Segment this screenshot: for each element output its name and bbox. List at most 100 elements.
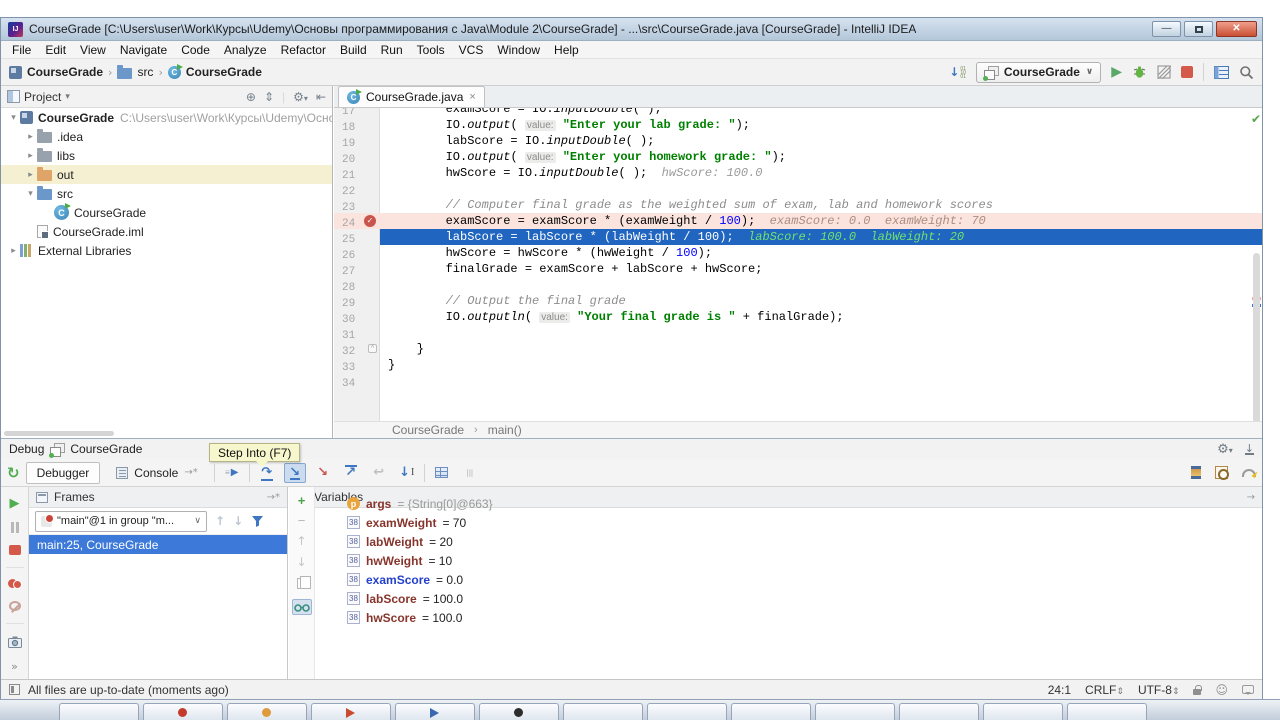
- breadcrumb-method[interactable]: main(): [488, 423, 522, 437]
- tree-toggle-icon[interactable]: ▸: [7, 246, 20, 256]
- structure-grid-icon[interactable]: [1214, 66, 1229, 79]
- tree-row-coursegrade[interactable]: CCourseGrade: [1, 203, 332, 222]
- locate-file-icon[interactable]: ⊕: [246, 90, 256, 104]
- variable-row-hwScore[interactable]: 38hwScore= 100.0: [315, 608, 1262, 627]
- variable-row-hwWeight[interactable]: 38hwWeight= 10: [315, 551, 1262, 570]
- event-log-bubble-icon[interactable]: [1242, 685, 1254, 694]
- drop-frame-icon[interactable]: ↩: [368, 463, 390, 483]
- taskbar-button-3[interactable]: [227, 703, 307, 720]
- variable-row-examScore[interactable]: 38examScore= 0.0: [315, 570, 1262, 589]
- run-to-cursor-icon[interactable]: ↓I: [396, 463, 418, 483]
- taskbar-button-9[interactable]: [731, 703, 811, 720]
- caret-position[interactable]: 24:1: [1048, 683, 1071, 697]
- menu-run[interactable]: Run: [374, 43, 410, 57]
- menu-code[interactable]: Code: [174, 43, 217, 57]
- horizontal-scrollbar[interactable]: [4, 431, 114, 436]
- debug-button[interactable]: [1132, 65, 1147, 80]
- menu-tools[interactable]: Tools: [410, 43, 452, 57]
- variable-row-labScore[interactable]: 38labScore= 100.0: [315, 589, 1262, 608]
- tree-toggle-icon[interactable]: ▸: [24, 132, 37, 142]
- run-configuration-select[interactable]: CourseGrade ∨: [976, 62, 1101, 83]
- settings-gear-icon[interactable]: ⚙▾: [293, 90, 308, 104]
- show-execution-point-icon[interactable]: ≡▶: [221, 463, 243, 483]
- tree-row-libs[interactable]: ▸libs: [1, 146, 332, 165]
- code-line-25[interactable]: 25 labScore = labScore * (labWeight / 10…: [334, 229, 1262, 245]
- tree-toggle-icon[interactable]: ▾: [7, 113, 20, 123]
- threads-view-icon[interactable]: [1191, 466, 1201, 479]
- show-watches-toggle[interactable]: [292, 599, 312, 615]
- taskbar-button-11[interactable]: [899, 703, 979, 720]
- tab-debugger[interactable]: Debugger: [26, 462, 101, 484]
- memory-view-icon[interactable]: [1215, 466, 1228, 479]
- tree-toggle-icon[interactable]: ▸: [24, 151, 37, 161]
- view-breakpoints-icon[interactable]: [8, 579, 22, 589]
- code-line-21[interactable]: 21 hwScore = IO.inputDouble( ); hwScore:…: [334, 165, 1262, 181]
- close-tab-icon[interactable]: ×: [469, 91, 475, 103]
- tree-row-coursegrade[interactable]: ▾CourseGradeC:\Users\user\Work\Курсы\Ude…: [1, 108, 332, 127]
- evaluate-expression-icon[interactable]: [431, 463, 453, 483]
- settings-gear-icon[interactable]: ⚙▾: [1217, 442, 1233, 457]
- inspections-ok-icon[interactable]: ✔: [1251, 112, 1261, 126]
- pin-tab-icon[interactable]: →*: [184, 467, 197, 478]
- code-line-34[interactable]: 34: [334, 373, 1262, 389]
- editor-scrollbar[interactable]: ✔: [1251, 108, 1262, 421]
- search-everywhere-icon[interactable]: [1239, 65, 1254, 80]
- code-line-23[interactable]: 23 // Computer final grade as the weight…: [334, 197, 1262, 213]
- mute-breakpoints-icon[interactable]: [9, 601, 21, 611]
- tree-row-src[interactable]: ▾src: [1, 184, 332, 203]
- toolwindow-toggle-icon[interactable]: [9, 684, 20, 695]
- pin-icon[interactable]: →*: [267, 492, 280, 503]
- code-line-29[interactable]: 29 // Output the final grade: [334, 293, 1262, 309]
- stop-button[interactable]: [1181, 66, 1193, 78]
- variable-row-args[interactable]: pargs= {String[0]@663}: [315, 494, 1262, 513]
- code-line-26[interactable]: 26 hwScore = hwScore * (hwWeight / 100);: [334, 245, 1262, 261]
- step-out-icon[interactable]: ↗: [340, 463, 362, 483]
- filter-frames-icon[interactable]: [251, 515, 264, 528]
- menu-refactor[interactable]: Refactor: [274, 43, 333, 57]
- collapse-all-icon[interactable]: ⇕: [264, 90, 274, 104]
- code-line-22[interactable]: 22: [334, 181, 1262, 197]
- tree-row-out[interactable]: ▸out: [1, 165, 332, 184]
- profiler-gauge-icon[interactable]: [1242, 469, 1256, 477]
- breadcrumb-item[interactable]: src: [117, 65, 153, 79]
- menu-vcs[interactable]: VCS: [452, 43, 491, 57]
- tree-toggle-icon[interactable]: ▸: [24, 170, 37, 180]
- step-into-icon[interactable]: ↘: [284, 463, 306, 483]
- force-step-into-icon[interactable]: ↘: [312, 463, 334, 483]
- menu-window[interactable]: Window: [490, 43, 547, 57]
- close-button[interactable]: ✕: [1216, 21, 1257, 37]
- sort-numeric-icon[interactable]: ↓011001: [949, 66, 966, 79]
- stack-frame-row[interactable]: main:25, CourseGrade: [29, 535, 287, 554]
- frame-down-icon[interactable]: ↓: [233, 514, 243, 528]
- taskbar-button-6[interactable]: [479, 703, 559, 720]
- maximize-button[interactable]: [1184, 21, 1213, 37]
- code-line-32[interactable]: 32^ }: [334, 341, 1262, 357]
- scrollbar-thumb[interactable]: [1253, 253, 1260, 421]
- taskbar-button-5[interactable]: [395, 703, 475, 720]
- line-ending-select[interactable]: CRLF⇕: [1085, 683, 1124, 697]
- menu-edit[interactable]: Edit: [38, 43, 73, 57]
- taskbar-button-13[interactable]: [1067, 703, 1147, 720]
- breadcrumb-item[interactable]: CourseGrade: [9, 65, 103, 79]
- tree-row--idea[interactable]: ▸.idea: [1, 127, 332, 146]
- duplicate-icon[interactable]: [297, 578, 306, 589]
- thread-dump-icon[interactable]: [8, 636, 22, 648]
- code-line-20[interactable]: 20 IO.output( value: "Enter your homewor…: [334, 149, 1262, 165]
- hide-panel-icon[interactable]: ⇤: [316, 90, 326, 104]
- code-line-31[interactable]: 31: [334, 325, 1262, 341]
- breadcrumb-class[interactable]: CourseGrade: [392, 423, 464, 437]
- menu-help[interactable]: Help: [547, 43, 586, 57]
- taskbar-button-7[interactable]: [563, 703, 643, 720]
- title-bar[interactable]: IJ CourseGrade [C:\Users\user\Work\Курсы…: [1, 18, 1262, 41]
- menu-build[interactable]: Build: [333, 43, 374, 57]
- editor-tab[interactable]: C CourseGrade.java ×: [338, 86, 485, 107]
- taskbar-button-2[interactable]: [143, 703, 223, 720]
- taskbar-button-4[interactable]: [311, 703, 391, 720]
- menu-analyze[interactable]: Analyze: [217, 43, 274, 57]
- taskbar-button-12[interactable]: [983, 703, 1063, 720]
- minimize-button[interactable]: —: [1152, 21, 1181, 37]
- resume-program-icon[interactable]: ▶: [10, 497, 20, 510]
- add-watch-icon[interactable]: +: [298, 495, 306, 506]
- more-icon[interactable]: »: [11, 660, 18, 673]
- frame-up-icon[interactable]: ↑: [215, 514, 225, 528]
